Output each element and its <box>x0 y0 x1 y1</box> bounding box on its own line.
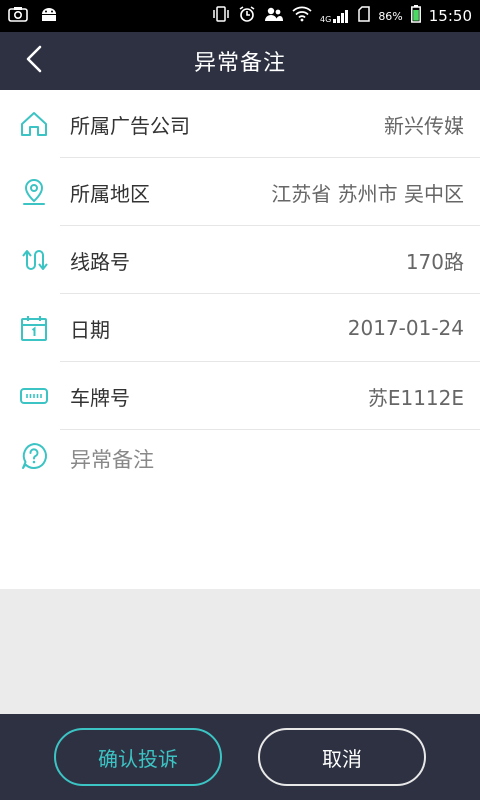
vibrate-icon <box>212 6 230 26</box>
row-ad-company: 所属广告公司 新兴传媒 <box>0 90 480 158</box>
remark-input[interactable]: 异常备注 <box>0 430 480 490</box>
label-ad-company: 所属广告公司 <box>70 113 190 138</box>
value-route: 170路 <box>405 249 464 274</box>
home-icon <box>18 108 50 140</box>
page-title: 异常备注 <box>193 51 286 76</box>
value-date: 2017-01-24 <box>347 316 464 340</box>
label-plate: 车牌号 <box>70 385 130 410</box>
value-plate: 苏E1112E <box>367 385 464 410</box>
value-region: 江苏省 苏州市 吴中区 <box>271 181 464 206</box>
chevron-left-icon <box>23 44 45 78</box>
status-bar: 4G 86% 15:50 <box>0 0 480 32</box>
battery-percent: 86% <box>378 9 403 23</box>
screenshot-icon <box>8 6 28 26</box>
alarm-icon <box>238 5 256 27</box>
route-icon <box>18 244 50 276</box>
title-bar: 异常备注 <box>0 32 480 90</box>
sd-card-icon <box>358 6 371 26</box>
calendar-icon <box>18 312 50 344</box>
back-button[interactable] <box>10 32 58 90</box>
android-icon <box>40 6 58 26</box>
row-route: 线路号 170路 <box>0 226 480 294</box>
row-date: 日期 2017-01-24 <box>0 294 480 362</box>
network-label: 4G <box>320 15 332 24</box>
bottom-action-bar: 确认投诉 取消 <box>0 714 480 800</box>
question-icon <box>18 440 50 472</box>
row-plate: 车牌号 苏E1112E <box>0 362 480 430</box>
cancel-button[interactable]: 取消 <box>258 728 426 786</box>
confirm-complaint-button[interactable]: 确认投诉 <box>54 728 222 786</box>
row-region: 所属地区 江苏省 苏州市 吴中区 <box>0 158 480 226</box>
clock: 15:50 <box>428 7 472 25</box>
contacts-icon <box>264 6 284 26</box>
battery-icon <box>410 5 421 27</box>
value-ad-company: 新兴传媒 <box>384 113 464 138</box>
remark-placeholder: 异常备注 <box>70 448 154 472</box>
label-date: 日期 <box>70 317 110 342</box>
form-card: 所属广告公司 新兴传媒 所属地区 江苏省 苏州市 吴中区 线路号 170路 日期… <box>0 90 480 589</box>
wifi-icon <box>292 6 312 26</box>
label-region: 所属地区 <box>70 181 150 206</box>
location-pin-icon <box>18 176 50 208</box>
license-plate-icon <box>18 380 50 412</box>
label-route: 线路号 <box>70 249 130 274</box>
signal-icon: 4G <box>320 8 350 24</box>
